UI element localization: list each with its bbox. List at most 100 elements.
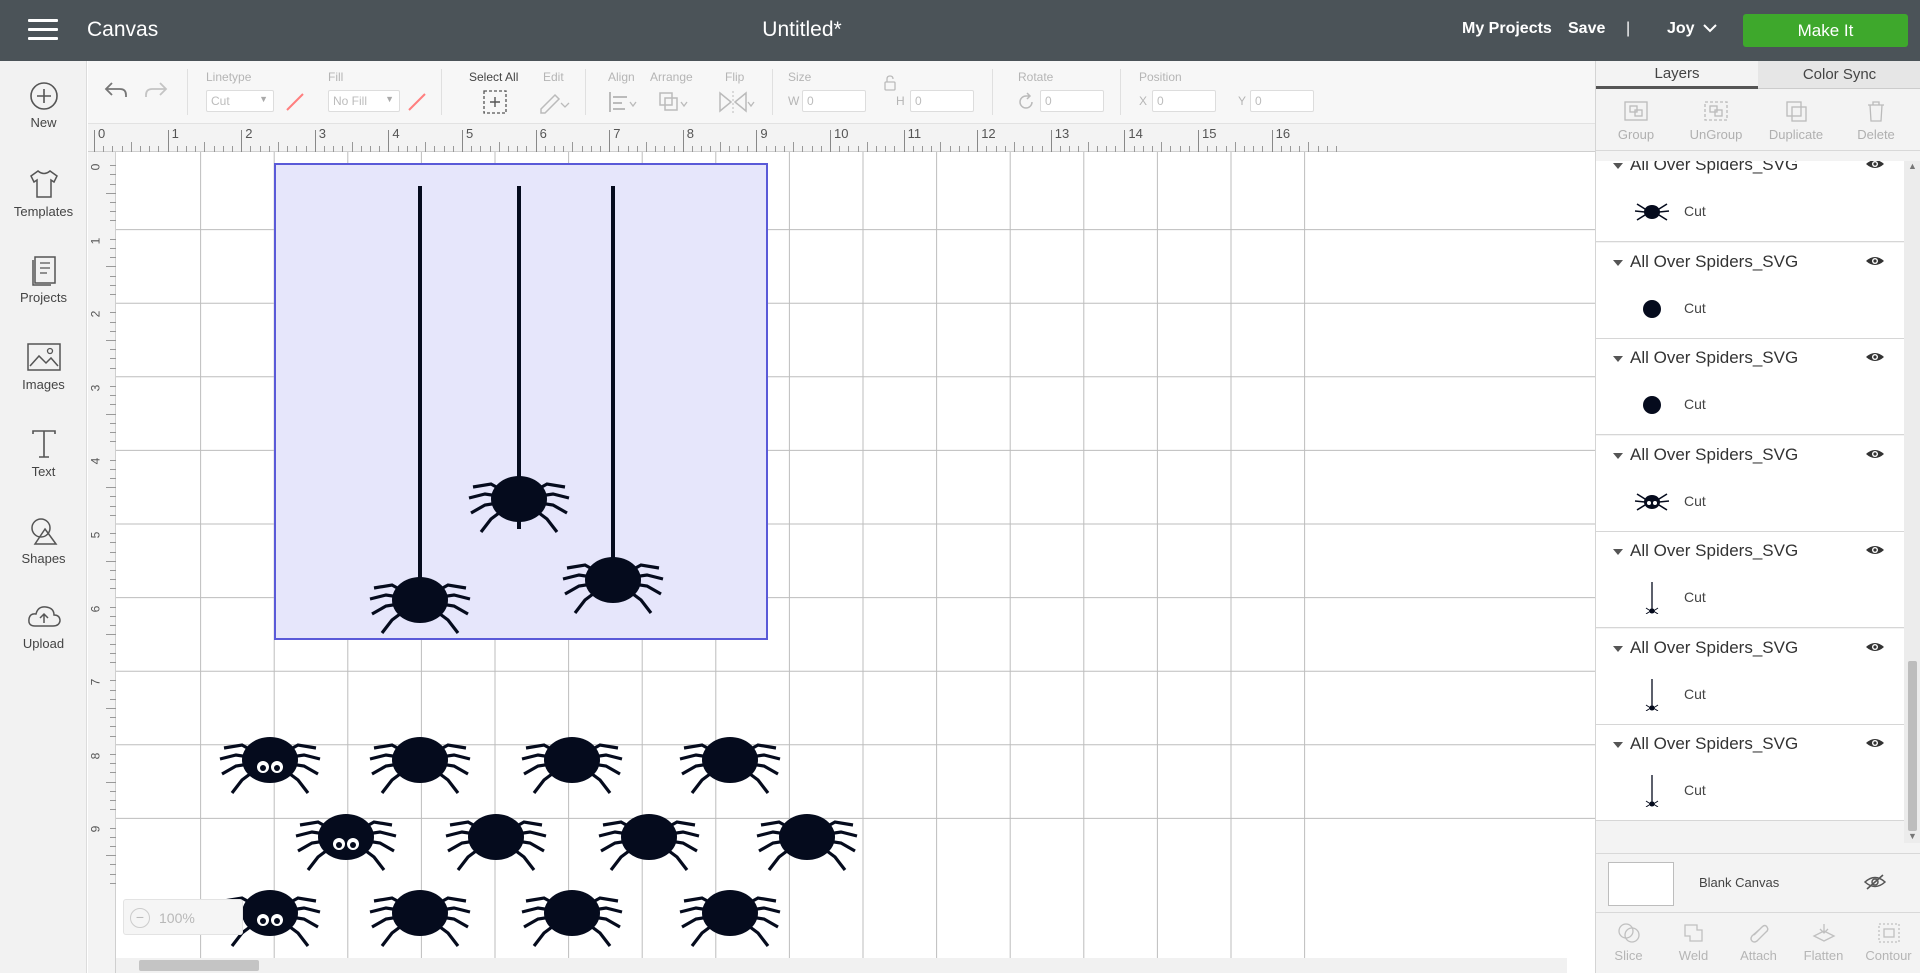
lock-icon[interactable]: [882, 74, 898, 92]
zoom-control[interactable]: − 100%: [123, 899, 243, 935]
y-position-input[interactable]: 0: [1250, 90, 1314, 112]
make-it-button[interactable]: Make It: [1743, 14, 1908, 47]
spider[interactable]: [755, 812, 859, 872]
layer-name[interactable]: All Over Spiders_SVG: [1630, 252, 1798, 272]
undo-icon[interactable]: [103, 78, 129, 102]
weld-button[interactable]: Weld: [1661, 913, 1726, 973]
linetype-select[interactable]: Cut ▼: [206, 90, 274, 112]
sidebar-item-shapes[interactable]: Shapes: [0, 515, 87, 587]
spider[interactable]: [520, 735, 624, 795]
sidebar-item-projects[interactable]: Projects: [0, 254, 87, 326]
chevron-down-icon[interactable]: [1702, 20, 1718, 36]
scroll-down-icon[interactable]: ▼: [1908, 831, 1917, 841]
redo-icon[interactable]: [143, 78, 169, 102]
layer-row[interactable]: All Over Spiders_SVG Cut: [1596, 725, 1904, 821]
collapse-caret-icon[interactable]: [1613, 645, 1623, 652]
group-label: Group: [1617, 127, 1655, 142]
spider[interactable]: [444, 812, 548, 872]
flip-icon[interactable]: [716, 89, 756, 115]
align-icon[interactable]: [605, 89, 639, 115]
collapse-caret-icon[interactable]: [1613, 549, 1623, 555]
slice-icon: [1617, 923, 1640, 943]
ungroup-button[interactable]: UnGroup: [1676, 89, 1756, 151]
scroll-up-icon[interactable]: ▲: [1908, 161, 1917, 171]
design-canvas[interactable]: 0 1 2 3 4 5 6 7 8 9 10 11 12 13 14 15 16 0123456789 − 10…: [88, 124, 1595, 973]
save-button[interactable]: Save: [1568, 20, 1605, 38]
spider[interactable]: [368, 735, 472, 795]
spider[interactable]: [368, 888, 472, 948]
ruler-h-minor-tick: [912, 146, 914, 152]
eye-hidden-icon[interactable]: [1864, 873, 1886, 891]
layer-name[interactable]: All Over Spiders_SVG: [1630, 348, 1798, 368]
flatten-button[interactable]: Flatten: [1791, 913, 1856, 973]
spider[interactable]: [678, 888, 782, 948]
edit-icon[interactable]: [537, 89, 571, 115]
horizontal-scrollbar[interactable]: [116, 958, 1567, 973]
my-projects-link[interactable]: My Projects: [1462, 20, 1552, 38]
tab-layers[interactable]: Layers: [1596, 61, 1758, 89]
collapse-caret-icon[interactable]: [1613, 742, 1623, 748]
rotate-input[interactable]: 0: [1040, 90, 1104, 112]
collapse-caret-icon[interactable]: [1613, 259, 1623, 266]
eye-icon[interactable]: [1865, 735, 1885, 751]
loose-spiders-group[interactable]: [220, 735, 859, 948]
delete-button[interactable]: Delete: [1836, 89, 1916, 151]
eye-icon[interactable]: [1865, 349, 1885, 365]
layer-name[interactable]: All Over Spiders_SVG: [1630, 541, 1798, 561]
layer-name[interactable]: All Over Spiders_SVG: [1630, 445, 1798, 465]
fill-select[interactable]: No Fill ▼: [328, 90, 400, 112]
layer-name[interactable]: All Over Spiders_SVG: [1630, 161, 1798, 175]
ruler-h-tick: 13: [1054, 126, 1070, 141]
layers-scrollbar[interactable]: ▲ ▼: [1904, 161, 1920, 843]
slice-button[interactable]: Slice: [1596, 913, 1661, 973]
layer-row[interactable]: All Over Spiders_SVG Cut: [1596, 161, 1904, 242]
spider-with-eyes[interactable]: [220, 737, 320, 793]
height-input[interactable]: 0: [910, 90, 974, 112]
ruler-v-tick: 6: [88, 605, 103, 612]
eye-icon[interactable]: [1865, 542, 1885, 558]
horizontal-scrollbar-thumb[interactable]: [139, 960, 259, 971]
sidebar-item-new[interactable]: New: [0, 81, 87, 153]
user-menu[interactable]: Joy: [1667, 20, 1695, 38]
tab-color-sync[interactable]: Color Sync: [1758, 61, 1920, 89]
layer-row[interactable]: All Over Spiders_SVG Cut: [1596, 339, 1904, 435]
spider[interactable]: [597, 812, 701, 872]
spider[interactable]: [520, 888, 624, 948]
layer-name[interactable]: All Over Spiders_SVG: [1630, 734, 1798, 754]
layer-row[interactable]: All Over Spiders_SVG Cut: [1596, 532, 1904, 628]
eye-icon[interactable]: [1865, 253, 1885, 269]
layer-name[interactable]: All Over Spiders_SVG: [1630, 638, 1798, 658]
arrange-icon[interactable]: [656, 89, 690, 115]
spider[interactable]: [678, 735, 782, 795]
weld-label: Weld: [1678, 948, 1709, 963]
sidebar-item-upload[interactable]: Upload: [0, 602, 87, 674]
zoom-out-icon[interactable]: −: [130, 908, 150, 928]
contour-button[interactable]: Contour: [1856, 913, 1920, 973]
collapse-caret-icon[interactable]: [1613, 163, 1623, 169]
group-button[interactable]: Group: [1596, 89, 1676, 151]
linetype-color-icon[interactable]: [284, 92, 306, 112]
fill-color-icon[interactable]: [406, 92, 428, 112]
ruler-h-minor-tick: [627, 146, 629, 152]
sidebar-item-images[interactable]: Images: [0, 341, 87, 413]
sidebar-item-templates[interactable]: Templates: [0, 168, 87, 240]
eye-icon[interactable]: [1865, 446, 1885, 462]
eye-icon[interactable]: [1865, 639, 1885, 655]
duplicate-button[interactable]: Duplicate: [1756, 89, 1836, 151]
x-position-input[interactable]: 0: [1152, 90, 1216, 112]
document-title[interactable]: Untitled*: [0, 18, 1604, 42]
width-input[interactable]: 0: [802, 90, 866, 112]
layer-row[interactable]: All Over Spiders_SVG Cut: [1596, 242, 1904, 339]
sidebar-item-text[interactable]: Text: [0, 428, 87, 500]
blank-canvas-swatch[interactable]: [1608, 862, 1674, 906]
layer-row[interactable]: All Over Spiders_SVG Cut: [1596, 628, 1904, 725]
layer-row[interactable]: All Over Spiders_SVG Cut: [1596, 435, 1904, 532]
eye-icon[interactable]: [1865, 161, 1885, 172]
collapse-caret-icon[interactable]: [1613, 452, 1623, 459]
collapse-caret-icon[interactable]: [1613, 356, 1623, 362]
attach-button[interactable]: Attach: [1726, 913, 1791, 973]
layers-scrollbar-thumb[interactable]: [1908, 661, 1917, 831]
spider-with-eyes[interactable]: [296, 814, 396, 870]
blank-canvas-row[interactable]: Blank Canvas: [1596, 853, 1920, 913]
select-all-icon[interactable]: [481, 89, 509, 115]
